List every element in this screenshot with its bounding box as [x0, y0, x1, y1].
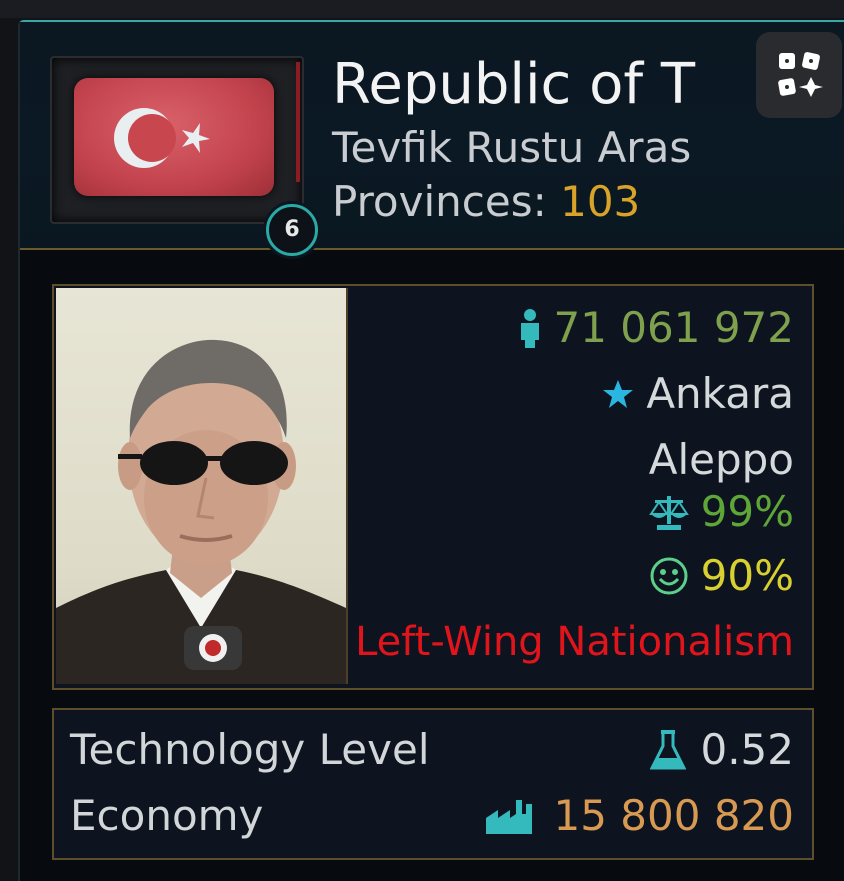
country-panel: 6 Republic of T Tevfik Rustu Aras Provin… — [18, 20, 844, 881]
economy-stat[interactable]: 15 800 820 — [484, 788, 794, 844]
stability-stat: 99% — [648, 487, 794, 536]
second-city-stat: Aleppo — [649, 436, 794, 484]
ideology-name: Left-Wing Nationalism — [355, 619, 794, 665]
flask-icon — [650, 730, 687, 770]
country-title: Republic of T — [332, 52, 696, 117]
happiness-value: 90% — [700, 551, 794, 600]
tech-stat[interactable]: 0.52 — [650, 722, 794, 778]
provinces-value: 103 — [560, 177, 641, 226]
economy-value: 15 800 820 — [553, 791, 794, 840]
economy-box: Technology Level 0.52 Economy 15 800 820 — [52, 708, 814, 860]
top-bar — [0, 0, 844, 18]
leader-name: Tevfik Rustu Aras — [332, 123, 692, 172]
country-header: 6 Republic of T Tevfik Rustu Aras Provin… — [20, 22, 844, 256]
capital-name: Ankara — [646, 369, 794, 418]
population-stat: 71 061 972 — [518, 304, 794, 352]
person-icon — [520, 309, 539, 348]
provinces-count: Provinces: 103 — [332, 176, 640, 228]
stability-value: 99% — [700, 487, 794, 536]
flag-divider — [296, 62, 300, 182]
tech-value: 0.52 — [700, 725, 794, 774]
rank-badge: 6 — [266, 204, 318, 256]
scales-icon — [648, 496, 689, 530]
factory-icon — [485, 800, 532, 834]
star-icon — [603, 380, 634, 408]
leader-portrait[interactable] — [56, 288, 348, 684]
second-city-name: Aleppo — [648, 435, 794, 484]
smiley-icon — [650, 557, 688, 595]
economy-label: Economy — [70, 791, 264, 840]
provinces-label: Provinces: — [332, 177, 547, 226]
dice-menu-button[interactable] — [756, 32, 842, 118]
tech-label: Technology Level — [70, 725, 430, 774]
leader-info-box: 71 061 972 Ankara Aleppo 99% 90% Left-Wi… — [52, 284, 814, 690]
turkey-flag — [74, 78, 274, 196]
ideology-stat[interactable]: Left-Wing Nationalism — [355, 618, 794, 666]
capital-stat: Ankara — [602, 370, 794, 418]
dice-icon — [778, 52, 823, 97]
population-value: 71 061 972 — [553, 303, 794, 352]
flag-frame[interactable]: 6 — [50, 56, 318, 256]
happiness-stat: 90% — [649, 552, 794, 600]
